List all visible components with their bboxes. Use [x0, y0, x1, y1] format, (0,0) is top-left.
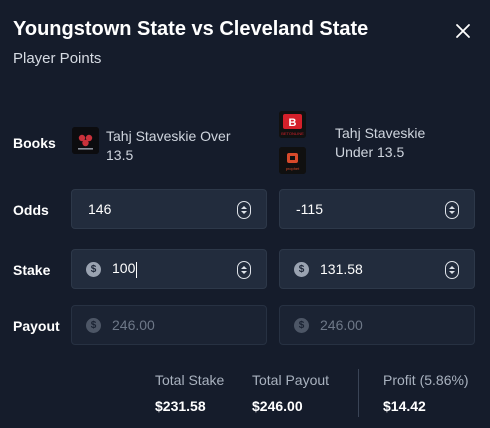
book-left: Tahj Staveskie Over 13.5 [72, 127, 256, 165]
page-title: Youngstown State vs Cleveland State [13, 18, 369, 40]
stake-left-value: 100 [112, 260, 138, 278]
text-cursor [136, 261, 138, 278]
stake-label: Stake [13, 262, 51, 278]
market-subtitle: Player Points [13, 50, 102, 67]
odds-right-value: -115 [296, 201, 323, 217]
odds-left-value: 146 [88, 201, 112, 217]
book-right-selection: Tahj Staveskie Under 13.5 [335, 125, 426, 160]
total-stake-value: $231.58 [155, 398, 206, 414]
total-payout-label: Total Payout [252, 372, 330, 388]
total-stake-label: Total Stake [155, 372, 225, 388]
dollar-icon: $ [294, 317, 309, 333]
profit-label: Profit (5.86%) [383, 372, 469, 388]
dollar-icon: $ [294, 261, 309, 277]
stake-right-stepper-icon[interactable] [445, 261, 459, 279]
odds-right-stepper-icon[interactable] [445, 201, 459, 219]
stake-left-stepper-icon[interactable] [237, 261, 251, 279]
dollar-icon: $ [86, 261, 101, 277]
stake-right-input[interactable]: $ 131.58 [279, 249, 475, 289]
betonline-logo-text: BETONLINE [281, 131, 304, 136]
betonline-logo-icon: B BETONLINE [279, 111, 306, 138]
odds-label: Odds [13, 202, 49, 218]
prophetx-logo-text: prophet [286, 166, 300, 171]
dollar-icon: $ [86, 317, 101, 333]
payout-left-value: 246.00 [112, 317, 155, 333]
odds-left-stepper-icon[interactable] [237, 201, 251, 219]
payout-right-value: 246.00 [320, 317, 363, 333]
summary-divider [358, 369, 359, 417]
close-icon[interactable] [450, 18, 476, 44]
payout-right-field: $ 246.00 [279, 305, 475, 345]
profit-value: $14.42 [383, 398, 426, 414]
stake-right-value: 131.58 [320, 261, 363, 277]
book-left-selection: Tahj Staveskie Over 13.5 [106, 128, 231, 163]
svg-text:B: B [289, 117, 297, 129]
stake-left-input[interactable]: $ 100 [71, 249, 267, 289]
prophetx-logo-icon: prophet [279, 147, 306, 174]
books-label: Books [13, 135, 56, 151]
payout-label: Payout [13, 318, 60, 334]
odds-left-input[interactable]: 146 [71, 189, 267, 229]
payout-left-field: $ 246.00 [71, 305, 267, 345]
total-payout-value: $246.00 [252, 398, 303, 414]
sportsbook-logo-icon [72, 127, 99, 154]
book-right-logos: B BETONLINE prophet [279, 111, 306, 174]
odds-right-input[interactable]: -115 [279, 189, 475, 229]
